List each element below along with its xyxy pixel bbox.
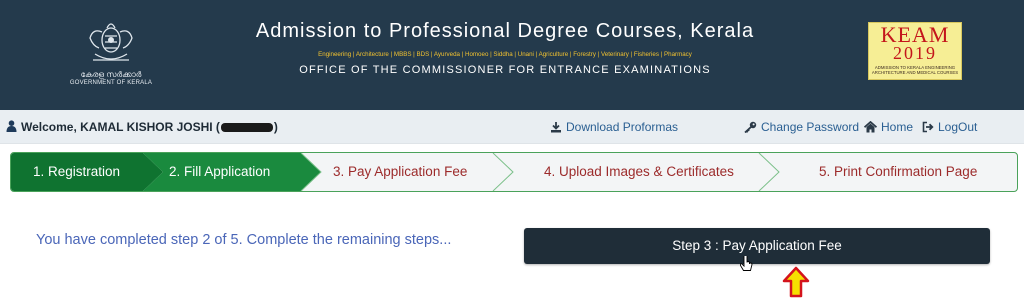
header-title-block: Admission to Professional Degree Courses…	[240, 20, 770, 76]
welcome-prefix: Welcome, KAMAL KISHOR JOSHI (	[21, 120, 220, 134]
emblem-icon	[89, 23, 133, 61]
keam-logo-caption-line2: ARCHITECTURE AND MEDICAL COURSES	[871, 70, 959, 75]
redacted-id	[220, 123, 273, 132]
keam-logo-caption: ADMISSION TO KERALA ENGINEERING ARCHITEC…	[869, 65, 961, 75]
home-link[interactable]: Home	[863, 120, 914, 134]
home-label: Home	[881, 120, 914, 134]
keam-logo: KEAM 2019 ADMISSION TO KERALA ENGINEERIN…	[868, 22, 962, 80]
progress-message: You have completed step 2 of 5. Complete…	[36, 232, 452, 248]
office-name: OFFICE OF THE COMMISSIONER FOR ENTRANCE …	[299, 64, 711, 76]
change-password-link[interactable]: Change Password	[744, 120, 859, 134]
change-password-label: Change Password	[761, 120, 860, 134]
emblem-government-text: GOVERNMENT OF KERALA	[69, 80, 153, 86]
emblem-malayalam-text: കേരള സർക്കാർ	[80, 70, 142, 79]
user-toolbar: Welcome, KAMAL KISHOR JOSHI () Download …	[0, 110, 1024, 144]
step-print-confirmation[interactable]: 5. Print Confirmation Page	[819, 153, 977, 191]
step-upload-images[interactable]: 4. Upload Images & Certificates	[544, 153, 734, 191]
step-registration[interactable]: 1. Registration	[33, 153, 120, 191]
download-icon	[551, 122, 561, 133]
courses-subtitle: Engineering | Architecture | MBBS | BDS …	[318, 51, 692, 58]
up-arrow-icon	[782, 266, 810, 298]
page-title: Admission to Professional Degree Courses…	[255, 20, 755, 42]
logout-icon	[922, 121, 934, 133]
step-pay-application-fee[interactable]: 3. Pay Application Fee	[333, 153, 467, 191]
user-icon	[6, 120, 17, 132]
welcome-message: Welcome, KAMAL KISHOR JOSHI ()	[6, 120, 278, 134]
welcome-suffix: )	[273, 120, 278, 134]
home-icon	[863, 120, 878, 133]
key-icon	[744, 121, 757, 134]
pointer-cursor-icon	[740, 256, 753, 271]
logout-link[interactable]: LogOut	[922, 120, 977, 134]
download-proformas-link[interactable]: Download Proformas	[550, 120, 678, 134]
step-fill-application[interactable]: 2. Fill Application	[169, 153, 270, 191]
download-proformas-label: Download Proformas	[566, 120, 679, 134]
pay-application-fee-button[interactable]: Step 3 : Pay Application Fee	[524, 228, 990, 264]
logout-label: LogOut	[938, 120, 978, 134]
keam-logo-year: 2019	[893, 43, 937, 63]
keam-logo-title: KEAM	[880, 22, 950, 47]
kerala-emblem: കേരള സർക്കാർ GOVERNMENT OF KERALA	[66, 18, 156, 92]
step-progress-bar: 1. Registration 2. Fill Application 3. P…	[10, 152, 1018, 192]
site-header: കേരള സർക്കാർ GOVERNMENT OF KERALA Admiss…	[0, 0, 1024, 110]
